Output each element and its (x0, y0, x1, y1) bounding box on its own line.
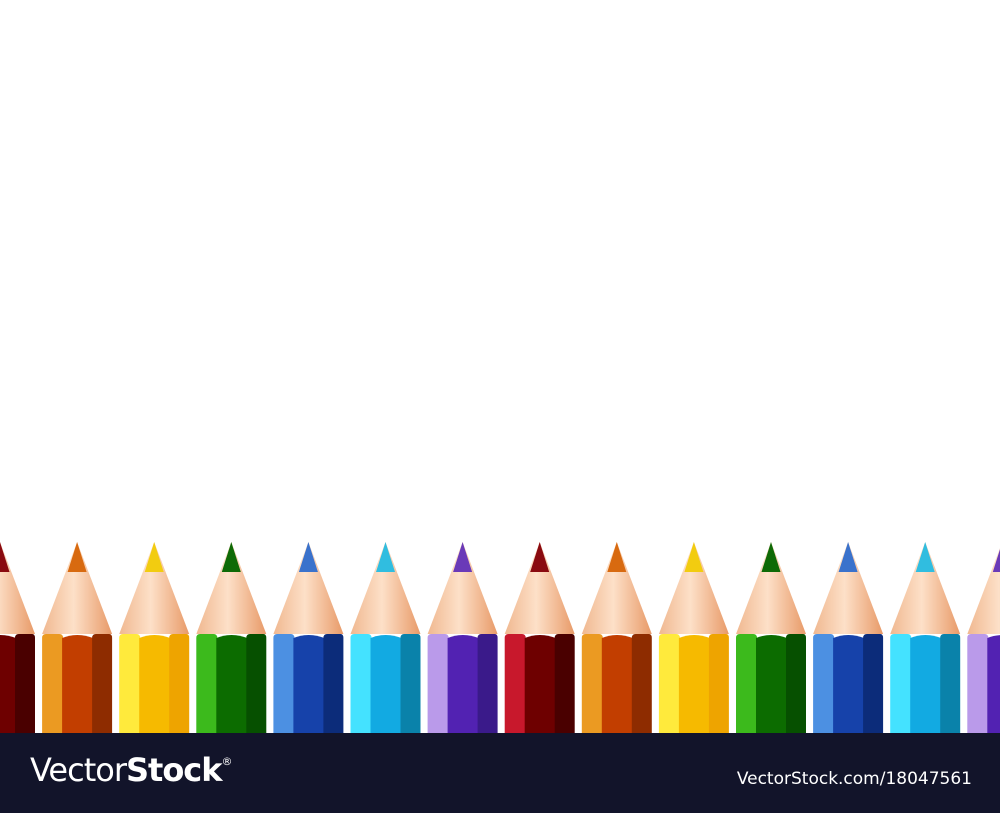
pencils-illustration: VectorStock® VectorStock.com/18047561 (0, 0, 1000, 813)
pencil-green (196, 542, 267, 733)
pencil-red (0, 542, 35, 733)
pencil-side-dark (246, 634, 267, 733)
pencil-blue (813, 542, 884, 733)
pencil-lead (144, 542, 164, 572)
pencil-side-light (736, 634, 757, 733)
pencil-side-light (350, 634, 372, 733)
pencil-side-dark (15, 634, 35, 733)
vectorstock-logo: VectorStock® (30, 751, 233, 789)
pencil-lead (607, 542, 627, 572)
pencil-side-dark (477, 634, 498, 733)
pencil-lead (0, 542, 10, 572)
pencil-side-dark (863, 634, 884, 733)
watermark-footer: VectorStock® VectorStock.com/18047561 (0, 733, 1000, 813)
pencil-side-light (273, 634, 295, 733)
pencil-orange (581, 542, 652, 733)
pencil-side-mid (601, 635, 633, 733)
pencil-side-dark (786, 634, 806, 733)
pencil-side-mid (62, 635, 94, 733)
pencil-side-dark (92, 634, 113, 733)
pencil-side-dark (708, 634, 729, 733)
pencil-row (0, 542, 1000, 733)
pencil-lead (915, 542, 935, 572)
pencil-side-dark (169, 634, 190, 733)
pencil-yellow (119, 542, 190, 733)
pencil-lead (67, 542, 87, 572)
pencil-wood-tip (0, 542, 35, 634)
pencil-side-dark (400, 634, 421, 733)
pencil-side-mid (0, 635, 16, 733)
pencil-side-mid (833, 635, 865, 733)
pencil-side-mid (293, 635, 325, 733)
pencil-green (736, 542, 806, 733)
pencil-wood-tip (967, 548, 1000, 634)
pencil-side-dark (631, 634, 652, 733)
pencil-lead (376, 542, 395, 572)
pencil-lead (298, 542, 318, 572)
pencil-side-mid (987, 635, 1000, 733)
pencil-side-dark (323, 634, 344, 733)
pencil-side-mid (216, 635, 248, 733)
pencil-side-mid (678, 635, 710, 733)
pencil-side-light (196, 634, 218, 733)
pencil-side-mid (756, 635, 787, 733)
pencil-side-light (890, 634, 912, 733)
pencil-side-light (42, 634, 64, 733)
pencil-red (504, 542, 575, 733)
logo-thin: Vector (30, 751, 127, 789)
pencil-cyan (350, 542, 421, 733)
pencil-lead (221, 542, 241, 572)
pencil-lead (838, 542, 858, 572)
pencil-lead (453, 542, 473, 572)
pencil-yellow (658, 542, 729, 733)
pencil-side-light (967, 634, 989, 733)
pencil-purple (967, 548, 1000, 733)
pencil-lead (684, 542, 704, 572)
pencil-lead (530, 542, 550, 572)
pencil-lead (761, 542, 781, 572)
pencil-side-dark (554, 634, 575, 733)
pencil-side-light (813, 634, 835, 733)
pencil-side-mid (524, 635, 556, 733)
pencil-purple (427, 542, 498, 733)
pencil-side-light (504, 634, 526, 733)
pencil-side-mid (139, 635, 171, 733)
pencil-side-light (658, 634, 680, 733)
pencil-cyan (890, 542, 961, 733)
image-url: VectorStock.com/18047561 (736, 769, 972, 789)
pencil-side-mid (447, 635, 479, 733)
pencil-side-dark (940, 634, 961, 733)
logo-bold: Stock (125, 751, 223, 789)
pencil-orange (42, 542, 113, 733)
pencil-side-light (581, 634, 603, 733)
pencil-blue (273, 542, 344, 733)
pencil-side-mid (910, 635, 942, 733)
pencil-side-mid (370, 635, 402, 733)
pencil-side-light (427, 634, 449, 733)
registered-mark: ® (221, 755, 233, 768)
pencil-side-light (119, 634, 141, 733)
